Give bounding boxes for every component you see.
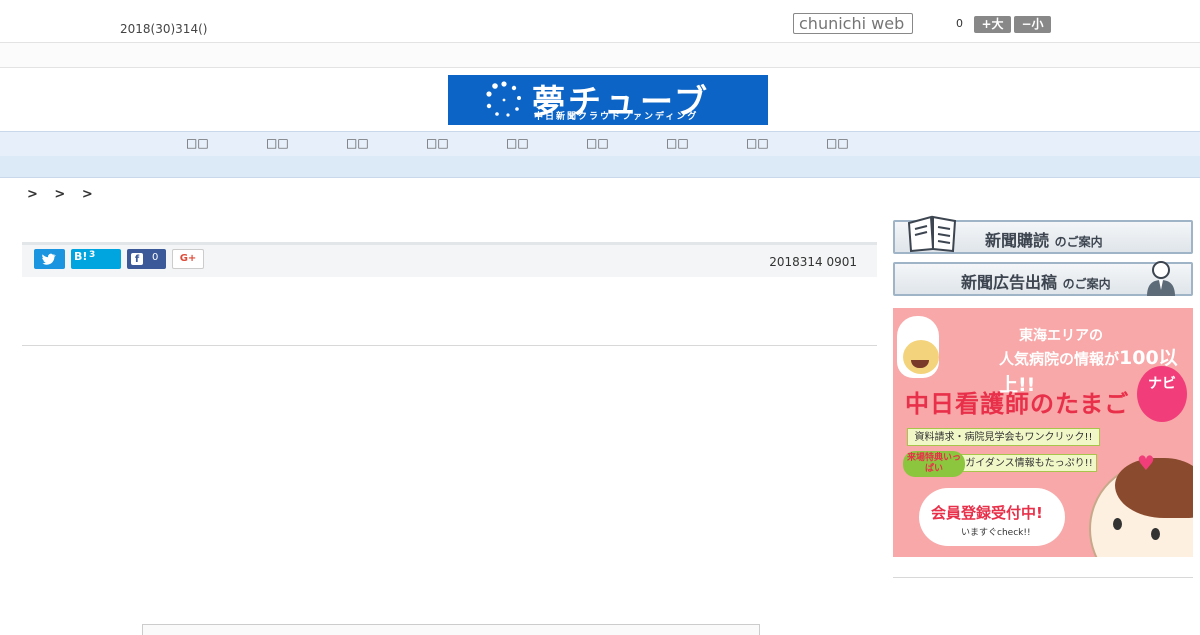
googleplus-share-button[interactable]: G+ [172, 249, 204, 269]
sidebar-divider [893, 577, 1193, 578]
ad-line-1: 東海エリアの [1019, 328, 1103, 344]
breadcrumb: > > > [27, 187, 99, 202]
subscription-small-text: のご案内 [1054, 235, 1103, 249]
nav-item[interactable]: □□ [666, 136, 689, 150]
published-date: 2018314 0901 [769, 255, 857, 269]
newspaper-advertising-banner[interactable]: 新聞広告出稿 のご案内 [893, 261, 1193, 296]
nurse-navi-advertisement[interactable]: 東海エリアの 人気病院の情報が100以上!! 中日看護師のたまご ナビ 資料請求… [893, 308, 1193, 557]
nurse-face [903, 340, 939, 374]
nurse-eye [1113, 518, 1122, 530]
facebook-share-button[interactable]: f 0 [127, 249, 166, 269]
twitter-share-button[interactable] [34, 249, 65, 269]
top-bar: 2018(30)314() 0 +大 −小 [0, 0, 1200, 43]
current-date: 2018(30)314() [120, 22, 208, 36]
main-nav: □□ □□ □□ □□ □□ □□ □□ □□ □□ [0, 131, 1200, 157]
nav-item[interactable]: □□ [186, 136, 209, 150]
ad-cta-sub: いますぐcheck!! [961, 528, 1031, 538]
search-input[interactable] [793, 13, 913, 34]
ad-cta: 会員登録受付中! [931, 504, 1043, 522]
divider [22, 345, 877, 346]
dots-circle-icon [486, 81, 521, 117]
yume-tube-banner[interactable]: 夢チューブ 中日新聞クラウドファンディング [448, 75, 768, 125]
ad-bonus-badge: 来場特典いっぱい [903, 451, 965, 477]
newspaper-icon [907, 215, 957, 253]
sub-header-bar [0, 43, 1200, 68]
ad-title: 中日看護師のたまご [905, 390, 1130, 418]
font-size-large-button[interactable]: +大 [974, 16, 1011, 33]
facebook-count: 0 [152, 252, 159, 263]
advertising-small-text: のご案内 [1062, 277, 1111, 291]
sub-nav [0, 156, 1200, 178]
nav-item[interactable]: □□ [266, 136, 289, 150]
share-bar: B! 3 f 0 G+ 2018314 0901 [22, 245, 877, 277]
nav-item[interactable]: □□ [586, 136, 609, 150]
hatena-count: 3 [89, 250, 96, 260]
nav-item[interactable]: □□ [346, 136, 369, 150]
ad-line-2-text: 人気病院の情報が [999, 350, 1120, 368]
newspaper-subscription-banner[interactable]: 新聞購読 のご案内 [893, 215, 1193, 254]
heart-icon: ♥ [1137, 451, 1155, 475]
ad-feature-2: ガイダンス情報もたっぷり!! [961, 454, 1097, 472]
hatena-icon: B! [74, 250, 88, 263]
ad-feature-1: 資料請求・病院見学会もワンクリック!! [907, 428, 1100, 446]
nav-item[interactable]: □□ [826, 136, 849, 150]
nurse-illustration [897, 316, 939, 378]
facebook-icon: f [131, 253, 143, 265]
subscription-main-text: 新聞購読 [985, 231, 1050, 250]
nurse-eye [1151, 528, 1160, 540]
businessman-icon [1147, 261, 1175, 296]
counter: 0 [956, 17, 963, 30]
advertising-main-text: 新聞広告出稿 [961, 273, 1058, 292]
nav-item[interactable]: □□ [746, 136, 769, 150]
nav-item[interactable]: □□ [506, 136, 529, 150]
subscription-label: 新聞購読 のご案内 [985, 227, 1103, 251]
font-size-small-button[interactable]: −小 [1014, 16, 1051, 33]
ad-navi-badge: ナビ [1137, 366, 1187, 422]
advertising-label: 新聞広告出稿 のご案内 [961, 269, 1111, 293]
twitter-icon [42, 253, 56, 265]
hatena-bookmark-button[interactable]: B! 3 [71, 249, 121, 269]
banner-subtitle: 中日新聞クラウドファンディング [534, 112, 699, 122]
nav-item[interactable]: □□ [426, 136, 449, 150]
